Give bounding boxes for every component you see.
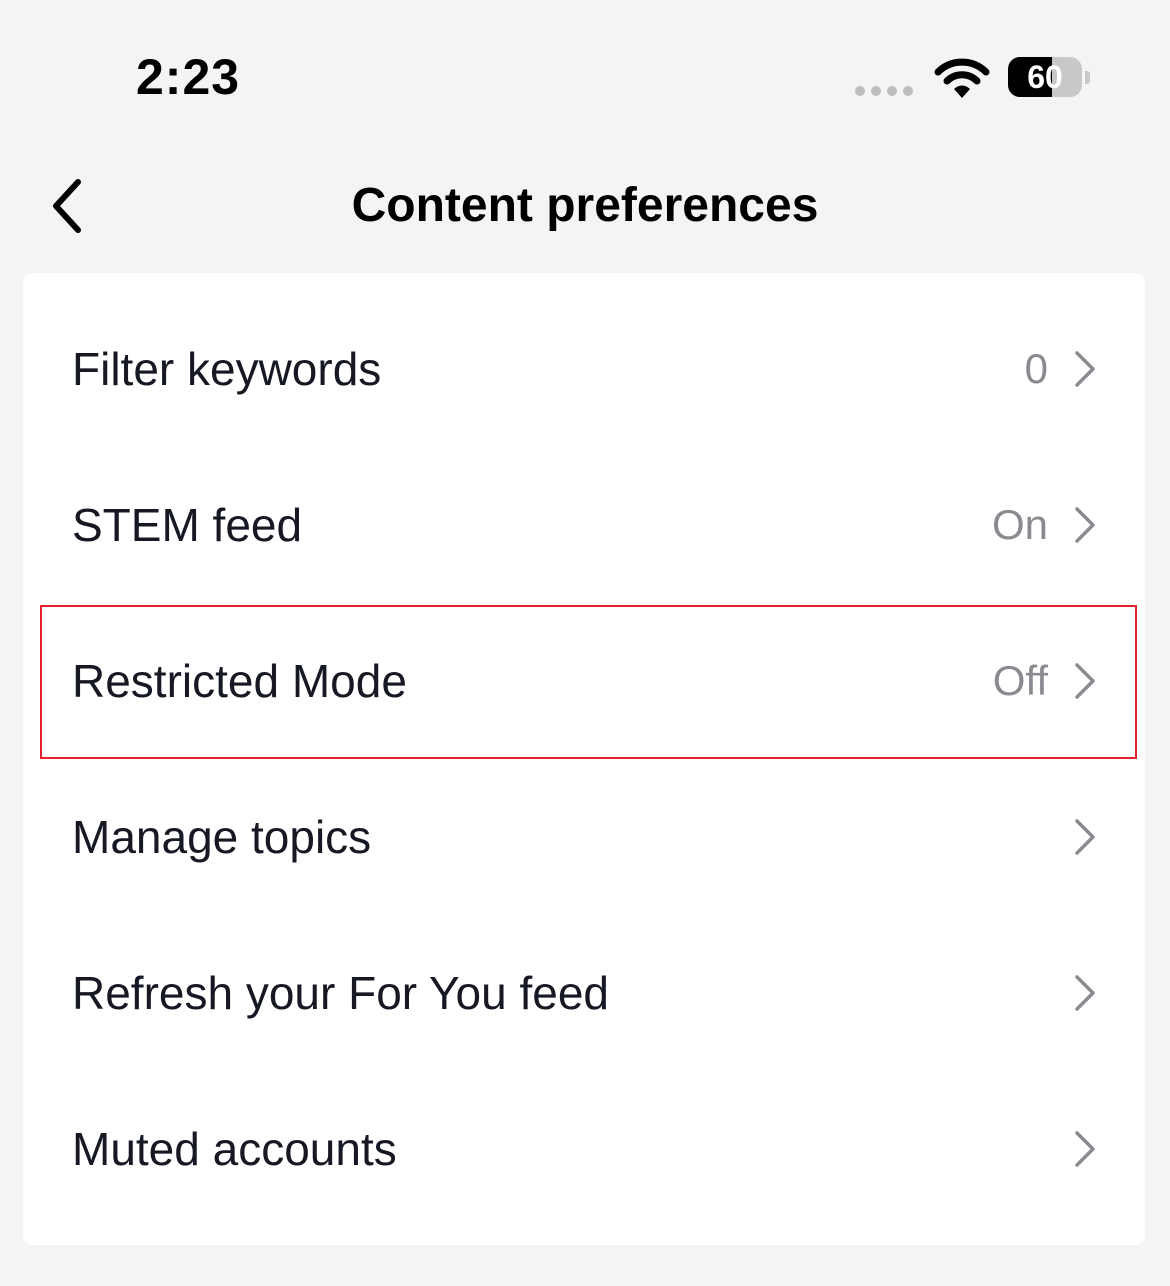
chevron-left-icon xyxy=(53,179,81,233)
chevron-right-icon xyxy=(1070,347,1100,391)
settings-item-manage-topics[interactable]: Manage topics xyxy=(23,759,1145,915)
settings-item-value: 0 xyxy=(1024,345,1048,392)
settings-item-refresh-for-you-feed[interactable]: Refresh your For You feed xyxy=(23,915,1145,1071)
battery-icon: 60 xyxy=(1008,57,1082,97)
chevron-right-icon xyxy=(1070,815,1100,859)
chevron-right-icon xyxy=(1070,1127,1100,1171)
settings-item-label: Restricted Mode xyxy=(72,655,407,707)
settings-item-value: On xyxy=(991,501,1048,548)
settings-item-label: Refresh your For You feed xyxy=(72,967,609,1019)
settings-item-label: STEM feed xyxy=(72,499,303,551)
battery-cap xyxy=(1085,71,1090,84)
settings-item-restricted-mode[interactable]: Restricted Mode Off xyxy=(23,603,1145,759)
settings-item-label: Muted accounts xyxy=(72,1123,397,1175)
page-title: Content preferences xyxy=(351,179,819,232)
status-bar: 2:23 60 xyxy=(0,0,1170,150)
battery-level: 60 xyxy=(1027,59,1063,95)
back-button[interactable] xyxy=(36,176,96,236)
status-time: 2:23 xyxy=(136,49,241,105)
settings-item-muted-accounts[interactable]: Muted accounts xyxy=(23,1071,1145,1227)
settings-item-filter-keywords[interactable]: Filter keywords 0 xyxy=(23,291,1145,447)
cellular-signal-icon xyxy=(855,86,913,96)
settings-item-value: Off xyxy=(992,657,1048,704)
chevron-right-icon xyxy=(1070,659,1100,703)
settings-item-label: Filter keywords xyxy=(72,343,382,395)
settings-item-stem-feed[interactable]: STEM feed On xyxy=(23,447,1145,603)
settings-list: Filter keywords 0 STEM feed On Restricte… xyxy=(23,273,1145,1245)
wifi-icon xyxy=(934,58,990,98)
nav-header: Content preferences xyxy=(0,150,1170,266)
settings-item-label: Manage topics xyxy=(72,811,372,863)
chevron-right-icon xyxy=(1070,971,1100,1015)
chevron-right-icon xyxy=(1070,503,1100,547)
